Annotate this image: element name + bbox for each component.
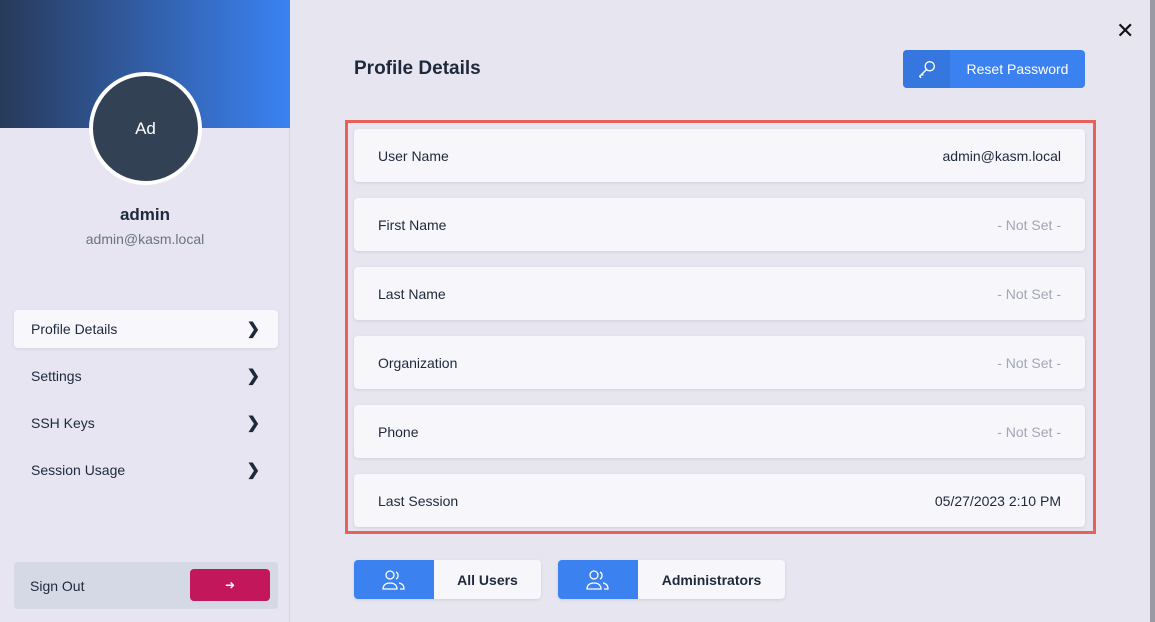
reset-password-button[interactable]: Reset Password [903, 50, 1085, 88]
window-edge [1150, 0, 1155, 622]
sign-out-panel: Sign Out ➜ [14, 562, 278, 609]
sign-out-label: Sign Out [30, 577, 85, 594]
users-icon [558, 560, 638, 599]
users-icon [354, 560, 434, 599]
user-name: admin [119, 205, 171, 224]
field-row-organization: Organization - Not Set - [354, 336, 1085, 389]
key-icon [903, 50, 950, 88]
avatar: Ad [89, 72, 202, 185]
sidebar-item-settings[interactable]: Settings ❯ [14, 357, 278, 395]
page-title: Profile Details [354, 58, 481, 79]
chevron-right-icon: ❯ [246, 415, 260, 432]
close-icon[interactable]: ✕ [1116, 18, 1134, 44]
sidebar-item-profile-details[interactable]: Profile Details ❯ [14, 310, 278, 348]
group-administrators-button[interactable]: Administrators [558, 560, 785, 599]
chevron-right-icon: ❯ [246, 368, 260, 385]
user-email: admin@kasm.local [85, 231, 205, 247]
profile-sidebar: Ad admin admin@kasm.local Profile Detail… [0, 0, 290, 622]
chevron-right-icon: ❯ [246, 321, 260, 338]
field-row-phone: Phone - Not Set - [354, 405, 1085, 458]
group-all-users-button[interactable]: All Users [354, 560, 541, 599]
sign-out-button[interactable]: ➜ [190, 569, 270, 601]
field-row-first-name: First Name - Not Set - [354, 198, 1085, 251]
field-row-last-session: Last Session 05/27/2023 2:10 PM [354, 474, 1085, 527]
chevron-right-icon: ❯ [246, 462, 260, 479]
field-row-last-name: Last Name - Not Set - [354, 267, 1085, 320]
field-row-user-name: User Name admin@kasm.local [354, 129, 1085, 182]
sidebar-item-ssh-keys[interactable]: SSH Keys ❯ [14, 404, 278, 442]
sidebar-item-session-usage[interactable]: Session Usage ❯ [14, 451, 278, 489]
profile-fields-highlight [345, 120, 1096, 534]
sign-out-icon: ➜ [224, 578, 236, 592]
